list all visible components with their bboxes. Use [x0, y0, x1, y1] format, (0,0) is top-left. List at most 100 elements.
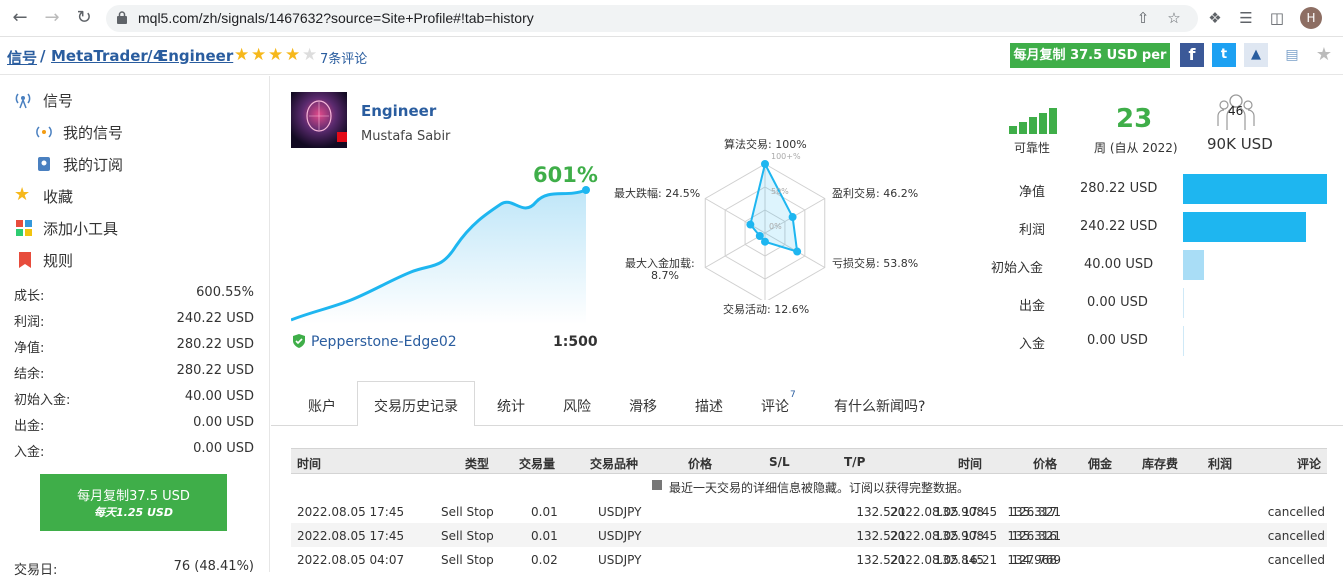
- history-notice-row: 最近一天交易的详细信息被隐藏。订阅以获得完整数据。: [291, 475, 1327, 499]
- stat-trading-days: 交易日: 76 (48.41%): [14, 559, 254, 579]
- radar-scale-mid: 50%: [771, 187, 789, 196]
- cell-open-time: 2022.08.05 17:45: [297, 505, 405, 519]
- sidebar-item-signals[interactable]: 信号: [43, 90, 73, 111]
- lock-icon: [117, 11, 127, 24]
- forward-icon[interactable]: →: [42, 8, 62, 28]
- col-tp[interactable]: T/P: [844, 455, 865, 469]
- bar-label-equity: 净值: [1019, 185, 1046, 200]
- tab-news[interactable]: 有什么新闻吗?: [834, 396, 925, 416]
- col-close-price[interactable]: 价格: [1033, 455, 1057, 472]
- share-icon[interactable]: ⇧: [1134, 9, 1152, 27]
- growth-area: [291, 190, 586, 324]
- broadcast-icon: [36, 126, 52, 138]
- stat-growth: 成长: 600.55%: [14, 285, 254, 305]
- bar-profit: [1183, 212, 1306, 242]
- stat-value: 240.22 USD: [176, 311, 254, 326]
- stat-withdrawals: 出金: 0.00 USD: [14, 415, 254, 435]
- bar-deposits: [1183, 326, 1184, 356]
- radar-label-max-deposit-load-value: 8.7%: [651, 269, 679, 282]
- col-close-time[interactable]: 时间: [958, 455, 982, 472]
- verified-shield-icon: [293, 334, 305, 348]
- twitter-icon[interactable]: t: [1212, 43, 1236, 67]
- sidebar-item-my-subscriptions[interactable]: 我的订阅: [63, 154, 123, 175]
- reliability-label: 可靠性: [1014, 141, 1051, 155]
- trash-icon[interactable]: ▤: [1280, 43, 1304, 67]
- sidebar-item-my-signals[interactable]: 我的信号: [63, 122, 123, 143]
- stat-label: 成长:: [14, 289, 45, 304]
- cell-comment: cancelled: [1267, 529, 1325, 543]
- cell-type: Sell Stop: [441, 505, 494, 519]
- col-type[interactable]: 类型: [465, 455, 489, 472]
- col-profit[interactable]: 利润: [1208, 455, 1232, 472]
- facebook-icon[interactable]: f: [1180, 43, 1204, 67]
- breadcrumb-engineer[interactable]: Engineer: [158, 47, 233, 65]
- graduation-cap-icon[interactable]: ▲: [1244, 43, 1268, 67]
- side-panel-icon[interactable]: ◫: [1268, 9, 1286, 27]
- col-sl[interactable]: S/L: [769, 455, 790, 469]
- url-text: mql5.com/zh/signals/1467632?source=Site+…: [138, 10, 534, 26]
- radar-point: [755, 232, 764, 241]
- breadcrumb-separator: /: [40, 47, 46, 65]
- signal-author[interactable]: Mustafa Sabir: [361, 129, 450, 144]
- stat-label: 交易日:: [14, 563, 58, 578]
- stat-value: 0.00 USD: [193, 415, 254, 430]
- cell-close-time: 2022.08.05 17:45: [890, 529, 998, 543]
- copy-monthly-button[interactable]: 每月复制 37.5 USD per: [1010, 43, 1170, 68]
- signal-avatar: [291, 92, 347, 148]
- col-commission[interactable]: 佣金: [1088, 455, 1112, 472]
- cell-close-price: 135.316: [1007, 529, 1057, 543]
- breadcrumb-separator: /: [147, 47, 153, 65]
- cell-volume: 0.01: [531, 529, 558, 543]
- col-comment[interactable]: 评论: [1297, 455, 1321, 472]
- col-open-price[interactable]: 价格: [688, 455, 712, 472]
- radar-chart: [704, 160, 826, 300]
- sidebar-item-rules[interactable]: 规则: [43, 250, 73, 271]
- stat-label: 出金:: [14, 419, 45, 434]
- tab-reviews[interactable]: 评论: [761, 396, 789, 416]
- broker-link[interactable]: Pepperstone-Edge02: [311, 334, 457, 350]
- profile-avatar[interactable]: H: [1300, 7, 1322, 29]
- subscribers-funds: 90K USD: [1207, 135, 1273, 153]
- cell-close-price: 135.317: [1007, 505, 1057, 519]
- subscribe-button[interactable]: 每月复制37.5 USD 每天1.25 USD: [40, 474, 227, 531]
- reviews-link[interactable]: 7条评论: [320, 48, 367, 67]
- sidebar-item-favorites[interactable]: 收藏: [43, 186, 73, 207]
- col-open-time[interactable]: 时间: [297, 455, 321, 472]
- col-symbol[interactable]: 交易品种: [590, 455, 638, 472]
- extensions-icon[interactable]: ❖: [1206, 9, 1224, 27]
- bar-label-withdrawals: 出金: [1019, 299, 1046, 314]
- favorite-star-icon[interactable]: ★: [1312, 43, 1336, 67]
- breadcrumb-signals[interactable]: 信号: [7, 47, 37, 68]
- radar-point: [746, 220, 755, 229]
- bookmark-star-icon[interactable]: ☆: [1165, 9, 1183, 27]
- col-volume[interactable]: 交易量: [519, 455, 555, 472]
- tab-risks[interactable]: 风险: [563, 396, 591, 416]
- tab-description[interactable]: 描述: [695, 396, 723, 416]
- tab-trade-history[interactable]: 交易历史记录: [374, 396, 458, 416]
- stat-label: 入金:: [14, 445, 45, 460]
- radar-label-algo: 算法交易: 100%: [724, 138, 807, 151]
- growth-chart: [291, 186, 590, 324]
- cell-type: Sell Stop: [441, 529, 494, 543]
- tab-slippage[interactable]: 滑移: [629, 396, 657, 416]
- browser-toolbar: ← → ↻ mql5.com/zh/signals/1467632?source…: [0, 0, 1343, 37]
- back-icon[interactable]: ←: [10, 8, 30, 28]
- reading-list-icon[interactable]: ☰: [1237, 9, 1255, 27]
- reload-icon[interactable]: ↻: [74, 8, 94, 28]
- signal-name[interactable]: Engineer: [361, 102, 436, 120]
- sidebar-item-add-widget[interactable]: 添加小工具: [43, 218, 118, 239]
- signal-icon: [15, 93, 31, 109]
- address-bar[interactable]: mql5.com/zh/signals/1467632?source=Site+…: [106, 5, 1198, 32]
- radar-scale-max: 100+%: [771, 152, 801, 161]
- subscribers-count: 46: [1228, 104, 1244, 118]
- sidebar: 信号 我的信号 我的订阅 ★ 收藏 添加小工具 规则 成长: 600.55% 利润…: [0, 76, 270, 578]
- stat-initial-deposit: 初始入金: 40.00 USD: [14, 389, 254, 409]
- rating-empty-star-icon: ★: [302, 45, 318, 65]
- tab-statistics[interactable]: 统计: [497, 396, 525, 416]
- weeks-label: 周 (自从 2022): [1094, 141, 1178, 155]
- breadcrumb-bar: 信号 / MetaTrader 4 / Engineer ★ ★ ★ ★ ★ 7…: [0, 37, 1343, 75]
- radar-point: [761, 160, 769, 168]
- col-swap[interactable]: 库存费: [1142, 455, 1178, 472]
- radar-scale-min: 0%: [769, 222, 782, 231]
- tab-account[interactable]: 账户: [308, 396, 336, 416]
